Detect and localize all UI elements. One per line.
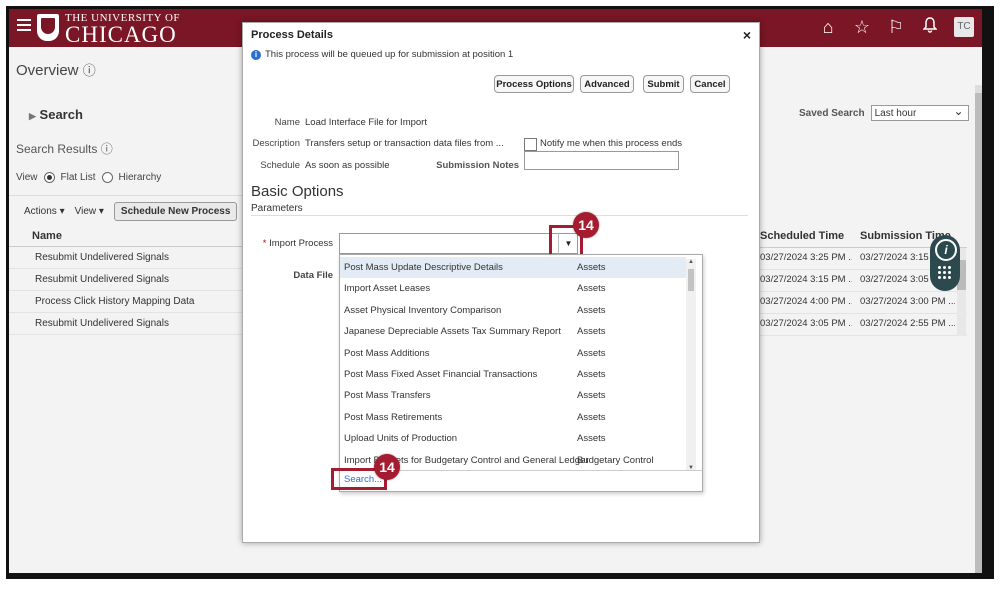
description-label: Description <box>252 138 300 149</box>
actions-menu[interactable]: Actions ▾ <box>24 206 65 217</box>
queue-info-message: i This process will be queued up for sub… <box>251 49 513 60</box>
dialog-title: Process Details <box>251 29 333 41</box>
dropdown-option[interactable]: Asset Physical Inventory Comparison Asset… <box>340 300 686 321</box>
table-row[interactable]: 03/27/2024 3:05 PM ... 03/27/2024 2:55 P… <box>755 313 967 336</box>
app-window: THE UNIVERSITY OF CHICAGO ⌂ ☆ ⚐ TC Overv… <box>9 9 982 573</box>
submission-time-cell: 03/27/2024 3:00 PM ... <box>860 296 955 307</box>
table-row[interactable]: Resubmit Undelivered Signals <box>9 247 249 269</box>
submission-time-cell: 03/27/2024 2:55 PM ... <box>860 318 955 329</box>
scheduled-time-cell: 03/27/2024 3:25 PM ... <box>760 252 852 263</box>
saved-search-select[interactable]: Last hour <box>870 103 969 121</box>
notify-label: Notify me when this process ends <box>540 138 683 149</box>
import-process-input[interactable] <box>339 233 578 254</box>
import-process-label: * Import Process <box>262 238 333 249</box>
user-avatar[interactable]: TC <box>954 17 974 37</box>
dropdown-option[interactable]: Post Mass Transfers Assets <box>340 385 686 406</box>
schedule-new-process-button[interactable]: Schedule New Process <box>113 201 238 221</box>
notify-checkbox[interactable] <box>524 138 537 151</box>
home-icon[interactable]: ⌂ <box>818 17 838 37</box>
menu-icon[interactable] <box>17 19 31 31</box>
dropdown-option[interactable]: Upload Units of Production Assets <box>340 428 686 449</box>
grid-dots-icon[interactable] <box>938 266 952 280</box>
search-section-toggle[interactable]: ▶ Search <box>29 107 83 122</box>
name-value: Load Interface File for Import <box>305 117 427 128</box>
schedule-value: As soon as possible <box>305 160 390 171</box>
scheduled-time-cell: 03/27/2024 4:00 PM ... <box>760 296 852 307</box>
dropdown-option[interactable]: Post Mass Retirements Assets <box>340 407 686 428</box>
results-toolbar: Actions ▾ View ▾ Schedule New Process Re <box>9 195 264 226</box>
saved-search: Saved Search Last hour <box>799 103 969 121</box>
flat-list-radio[interactable] <box>43 172 55 183</box>
scheduled-time-header[interactable]: Scheduled Time <box>760 225 844 247</box>
name-column-header[interactable]: Name <box>9 225 249 247</box>
table-row[interactable]: Process Click History Mapping Data <box>9 291 249 313</box>
parameters-label: Parameters <box>251 203 303 214</box>
guided-help-widget[interactable]: i <box>930 235 960 291</box>
close-icon[interactable]: × <box>743 27 751 43</box>
description-value: Transfers setup or transaction data file… <box>305 138 504 149</box>
data-file-label: Data File <box>293 270 333 281</box>
process-details-dialog: Process Details × i This process will be… <box>242 22 760 543</box>
step-callout-badge: 14 <box>573 212 599 238</box>
section-divider <box>251 215 748 216</box>
global-header-icons: ⌂ ☆ ⚐ TC <box>818 17 974 37</box>
help-icon: ⓘ <box>100 142 113 156</box>
cancel-button[interactable]: Cancel <box>690 75 730 93</box>
view-mode-selector: View Flat List Hierarchy <box>16 172 162 183</box>
page-title: Overview ⓘ <box>16 62 96 79</box>
favorites-star-icon[interactable]: ☆ <box>852 17 872 37</box>
dropdown-option[interactable]: Post Mass Additions Assets <box>340 343 686 364</box>
help-icon: ⓘ <box>82 63 96 78</box>
notifications-bell-icon[interactable] <box>920 17 940 37</box>
dropdown-scrollbar[interactable]: ▲ ▼ <box>686 259 696 471</box>
process-options-button[interactable]: Process Options <box>494 75 574 93</box>
search-results-heading: Search Results ⓘ <box>16 142 113 156</box>
submission-notes-label: Submission Notes <box>436 160 519 171</box>
dropdown-option[interactable]: Japanese Depreciable Assets Tax Summary … <box>340 321 686 342</box>
info-icon[interactable]: i <box>935 239 957 261</box>
view-menu[interactable]: View ▾ <box>75 206 104 217</box>
logo-main-text: CHICAGO <box>65 22 177 47</box>
screenshot-frame: THE UNIVERSITY OF CHICAGO ⌂ ☆ ⚐ TC Overv… <box>6 6 994 579</box>
dropdown-option[interactable]: Import Asset Leases Assets <box>340 278 686 299</box>
name-label: Name <box>274 117 300 128</box>
basic-options-heading: Basic Options <box>251 183 344 200</box>
step-callout-badge: 14 <box>374 454 400 480</box>
submit-button[interactable]: Submit <box>643 75 684 93</box>
info-icon: i <box>251 49 261 60</box>
table-row[interactable]: Resubmit Undelivered Signals <box>9 269 249 291</box>
advanced-button[interactable]: Advanced <box>580 75 634 93</box>
page-scrollbar[interactable] <box>975 85 982 573</box>
dropdown-option[interactable]: Post Mass Update Descriptive Details Asse… <box>340 257 686 279</box>
hierarchy-radio[interactable] <box>101 172 113 183</box>
scroll-up-icon[interactable]: ▲ <box>688 259 694 265</box>
scroll-thumb[interactable] <box>688 269 694 291</box>
table-row[interactable]: 03/27/2024 4:00 PM ... 03/27/2024 3:00 P… <box>755 291 967 314</box>
dropdown-option[interactable]: Post Mass Fixed Asset Financial Transact… <box>340 364 686 385</box>
scheduled-time-cell: 03/27/2024 3:05 PM ... <box>760 318 852 329</box>
scheduled-time-cell: 03/27/2024 3:15 PM ... <box>760 274 852 285</box>
schedule-label: Schedule <box>260 160 300 171</box>
watchlist-flag-icon[interactable]: ⚐ <box>886 17 906 37</box>
table-row[interactable]: Resubmit Undelivered Signals <box>9 313 249 335</box>
submission-notes-input[interactable] <box>524 151 679 170</box>
university-crest-icon <box>37 14 59 41</box>
